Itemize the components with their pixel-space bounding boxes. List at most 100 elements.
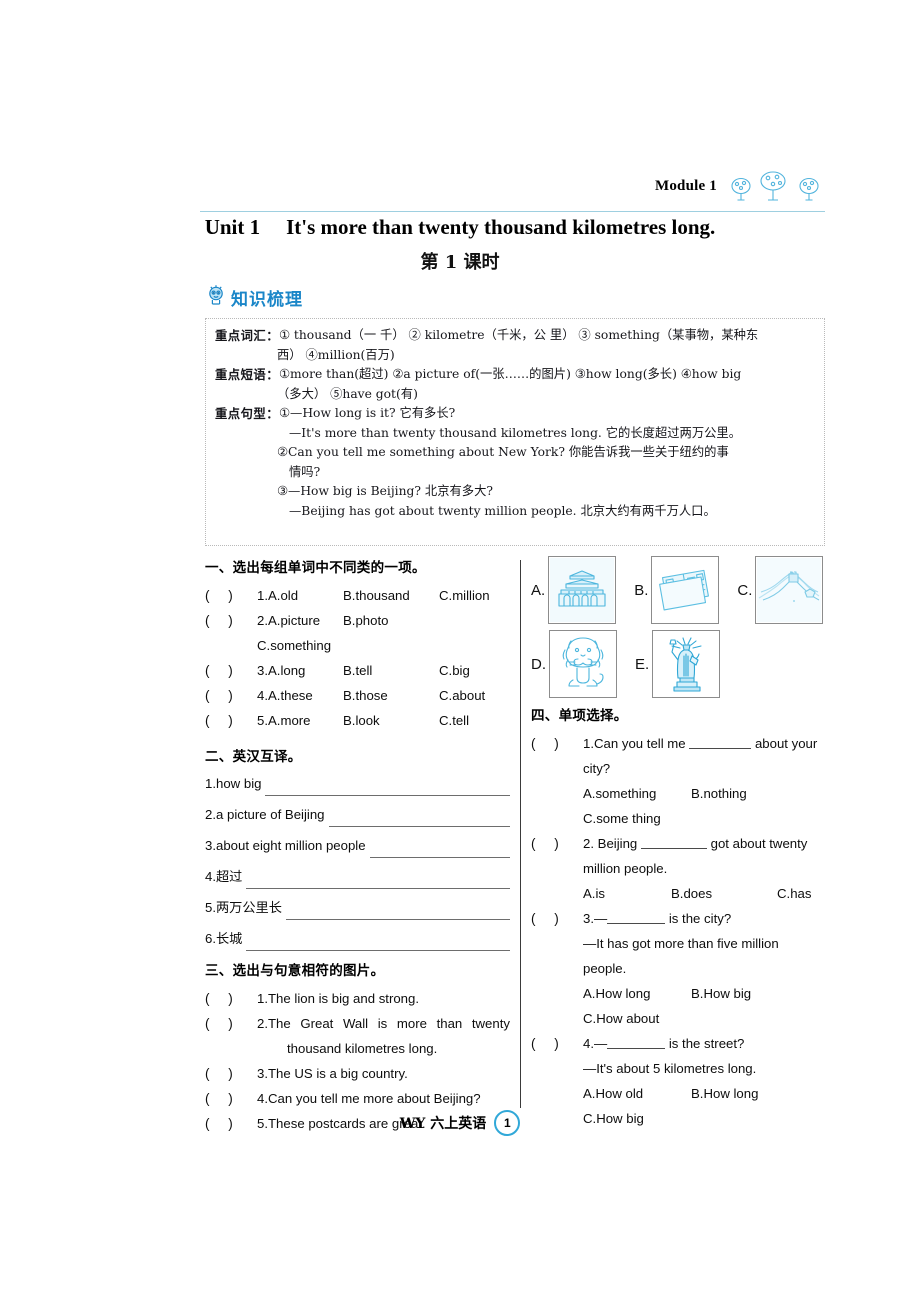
m4-opt-b[interactable]: B.How long xyxy=(691,1081,758,1106)
mcq-stem-text: 4.— is the street? xyxy=(583,1031,831,1056)
q3-opt-a[interactable]: A.long xyxy=(268,663,305,678)
answer-blank[interactable] xyxy=(689,736,752,749)
answer-parenthesis[interactable]: ( ) xyxy=(531,1031,583,1056)
answer-parenthesis[interactable]: ( ) xyxy=(205,1061,257,1086)
page-footer: WY 六上英语 1 xyxy=(0,1110,920,1136)
vocab-line-1: ① thousand（一 千） ② kilometre（千米，公 里） ③ so… xyxy=(279,328,759,342)
p4-text: Can you tell me more about Beijing? xyxy=(268,1091,481,1106)
p2-text-cont: thousand kilometres long. xyxy=(287,1041,438,1056)
picture-options: A. B. C. D. E. xyxy=(531,556,831,698)
translate-answer-blank[interactable] xyxy=(285,902,510,920)
picture-label-b: B. xyxy=(634,581,649,599)
picture-label-c: C. xyxy=(737,581,753,599)
answer-parenthesis[interactable]: ( ) xyxy=(205,1086,257,1111)
mcq-item: ( ) 1.Can you tell me about your city? A… xyxy=(531,731,831,831)
answer-parenthesis[interactable]: ( ) xyxy=(205,583,257,608)
m2-opt-c[interactable]: C.has xyxy=(777,881,811,906)
m2-pre: Beijing xyxy=(597,836,638,851)
m3-opt-c[interactable]: C.How about xyxy=(583,1006,659,1031)
answer-parenthesis[interactable]: ( ) xyxy=(205,608,257,658)
answer-parenthesis[interactable]: ( ) xyxy=(205,708,257,733)
question-row[interactable]: ( ) 5.A.more B.look C.tell xyxy=(205,708,510,733)
q2-opt-a[interactable]: A.picture xyxy=(268,613,320,628)
answer-parenthesis[interactable]: ( ) xyxy=(205,658,257,683)
question-options: 4.A.these B.those C.about xyxy=(257,683,510,708)
answer-parenthesis[interactable]: ( ) xyxy=(205,683,257,708)
statue-of-liberty-icon xyxy=(652,630,721,698)
header-rule xyxy=(200,211,825,212)
q3-opt-c[interactable]: C.big xyxy=(439,663,470,678)
answer-blank[interactable] xyxy=(607,911,666,924)
question-row[interactable]: ( ) 2.A.picture B.photo C.something xyxy=(205,608,510,658)
answer-blank[interactable] xyxy=(640,836,707,849)
q3-opt-b[interactable]: B.tell xyxy=(343,658,439,683)
m1-opt-b[interactable]: B.nothing xyxy=(691,781,747,806)
m2-opt-a[interactable]: A.is xyxy=(583,881,671,906)
q3-num: 3. xyxy=(257,663,268,678)
translate-answer-blank[interactable] xyxy=(246,933,510,951)
question-row[interactable]: ( ) 3.The US is a big country. xyxy=(205,1061,510,1086)
picture-option-c[interactable]: C. xyxy=(737,556,824,624)
m3-pre: — xyxy=(594,911,608,926)
picture-option-d[interactable]: D. xyxy=(531,630,617,698)
mcq-stem[interactable]: ( ) 1.Can you tell me about your xyxy=(531,731,831,756)
mcq-stem-text: 1.Can you tell me about your xyxy=(583,731,831,756)
sentences-line-2: —It's more than twenty thousand kilometr… xyxy=(289,425,742,440)
phrases-line-1: ①more than(超过) ②a picture of(一张……的图片) ③h… xyxy=(279,367,742,381)
m1-opt-c[interactable]: C.some thing xyxy=(583,806,661,831)
mcq-stem[interactable]: ( ) 3.— is the city? xyxy=(531,906,831,931)
lion-icon xyxy=(549,630,617,698)
question-row[interactable]: ( ) 2.The Great Wall is more than twenty… xyxy=(205,1011,510,1061)
great-wall-icon xyxy=(755,556,824,624)
m3-opt-b[interactable]: B.How big xyxy=(691,981,751,1006)
m3-post: is the city? xyxy=(668,911,732,926)
question-row[interactable]: ( ) 1.A.old B.thousand C.million xyxy=(205,583,510,608)
picture-row: D. E. xyxy=(531,630,831,698)
answer-parenthesis[interactable]: ( ) xyxy=(531,731,583,756)
picture-option-b[interactable]: B. xyxy=(634,556,720,624)
translate-answer-blank[interactable] xyxy=(369,840,510,858)
m4-opt-a[interactable]: A.How old xyxy=(583,1081,691,1106)
question-row[interactable]: ( ) 3.A.long B.tell C.big xyxy=(205,658,510,683)
q4-opt-a[interactable]: A.these xyxy=(268,688,313,703)
q1-opt-b[interactable]: B.thousand xyxy=(343,583,439,608)
phrases-line-2: （多大） ⑤have got(有) xyxy=(277,386,418,401)
mcq-choices: A.is B.does C.has xyxy=(531,881,831,906)
answer-parenthesis[interactable]: ( ) xyxy=(205,986,257,1011)
q2-opt-c[interactable]: C.something xyxy=(257,638,331,653)
q4-num: 4. xyxy=(257,688,268,703)
q5-opt-c[interactable]: C.tell xyxy=(439,713,469,728)
question-row[interactable]: ( ) 4.A.these B.those C.about xyxy=(205,683,510,708)
q1-opt-a[interactable]: A.old xyxy=(268,588,298,603)
answer-blank[interactable] xyxy=(607,1036,666,1049)
column-divider xyxy=(520,560,521,1108)
picture-question-text: 4.Can you tell me more about Beijing? xyxy=(257,1086,510,1111)
m2-opt-b[interactable]: B.does xyxy=(671,881,777,906)
translate-answer-blank[interactable] xyxy=(328,809,510,827)
translate-answer-blank[interactable] xyxy=(265,778,510,796)
mcq-stem[interactable]: ( ) 4.— is the street? xyxy=(531,1031,831,1056)
vocab-line-2: 西） ④million(百万) xyxy=(277,347,395,362)
answer-parenthesis[interactable]: ( ) xyxy=(531,906,583,931)
q4-opt-c[interactable]: C.about xyxy=(439,688,485,703)
q2-opt-b[interactable]: B.photo xyxy=(343,608,439,633)
picture-option-e[interactable]: E. xyxy=(635,630,721,698)
mcq-item: ( ) 2. Beijing got about twenty million … xyxy=(531,831,831,906)
mascot-icon xyxy=(205,284,227,311)
mcq-stem[interactable]: ( ) 2. Beijing got about twenty xyxy=(531,831,831,856)
sentences-label: 重点句型： xyxy=(215,406,279,421)
q5-opt-a[interactable]: A.more xyxy=(268,713,311,728)
q1-opt-c[interactable]: C.million xyxy=(439,588,490,603)
answer-parenthesis[interactable]: ( ) xyxy=(205,1011,257,1061)
section-3-heading: 三、选出与句意相符的图片。 xyxy=(205,963,385,979)
m3-opt-a[interactable]: A.How long xyxy=(583,981,691,1006)
translate-answer-blank[interactable] xyxy=(246,871,510,889)
q5-opt-b[interactable]: B.look xyxy=(343,708,439,733)
sentences-line-6: —Beijing has got about twenty million pe… xyxy=(289,503,716,518)
picture-option-a[interactable]: A. xyxy=(531,556,617,624)
q4-opt-b[interactable]: B.those xyxy=(343,683,439,708)
answer-parenthesis[interactable]: ( ) xyxy=(531,831,583,856)
question-row[interactable]: ( ) 4.Can you tell me more about Beijing… xyxy=(205,1086,510,1111)
question-row[interactable]: ( ) 1.The lion is big and strong. xyxy=(205,986,510,1011)
m1-opt-a[interactable]: A.something xyxy=(583,781,691,806)
